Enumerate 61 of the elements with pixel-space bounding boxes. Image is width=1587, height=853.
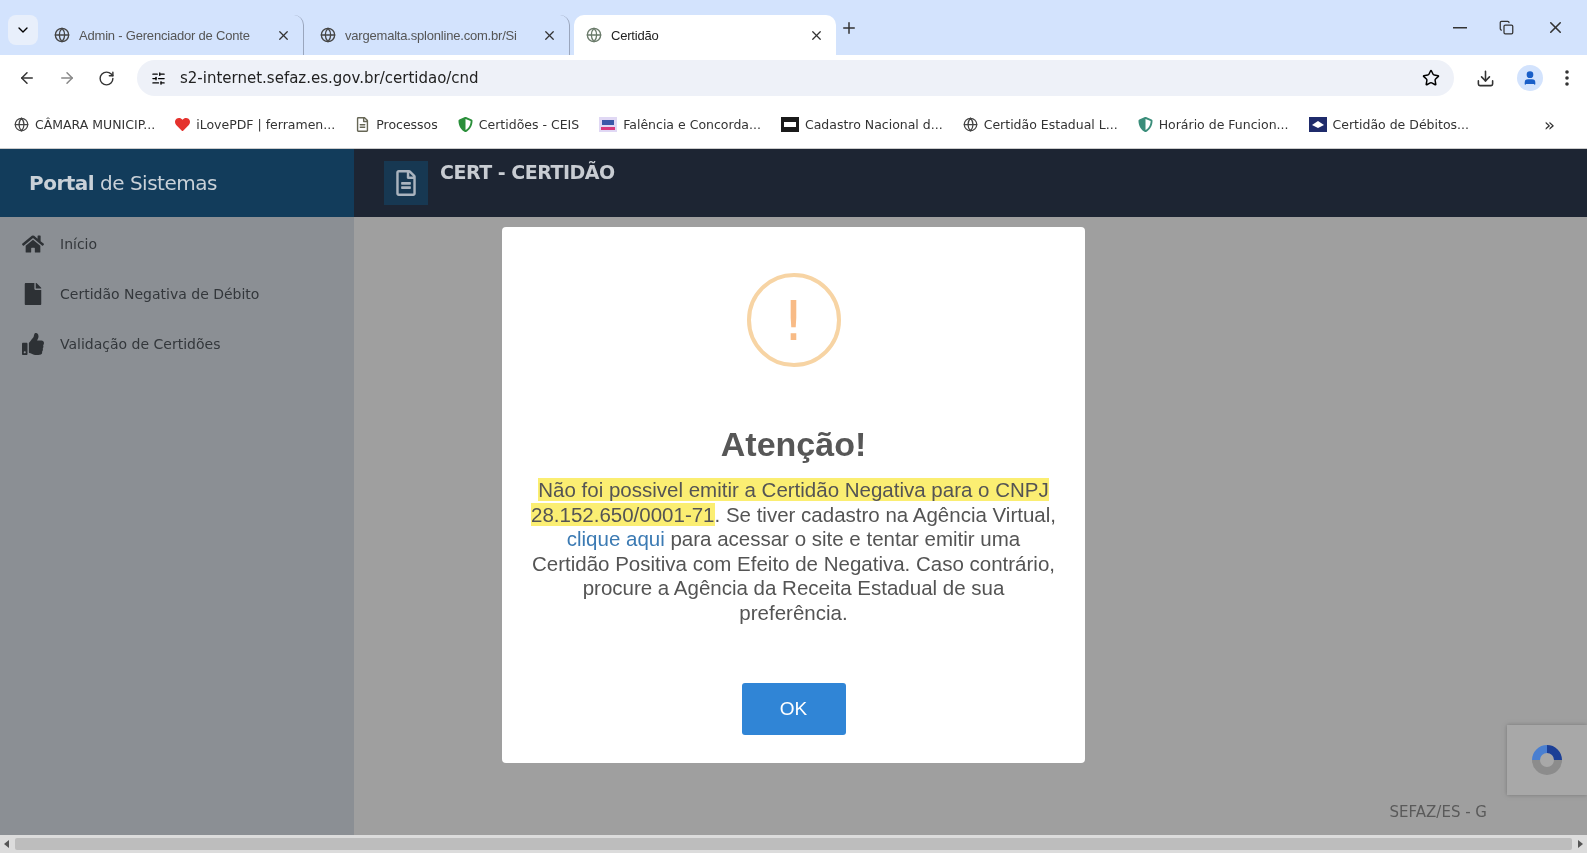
dialog-message: Não foi possivel emitir a Certidão Negativa para o CNPJ 28.152.650/0001-71. Se tiver cadastro na Agência Virtual, clique aqui para acessar o site e tentar emitir uma Certidão Positiva com Efeito de Negativa. Caso contrário, procure a Agência da Receita Estadual de sua preferência. (529, 478, 1057, 625)
url-text: s2-internet.sefaz.es.gov.br/certidao/cnd (180, 69, 480, 87)
heart-icon (175, 117, 191, 132)
bookmark-star-icon[interactable] (1422, 69, 1440, 87)
forward-arrow-icon (58, 69, 76, 87)
restore-button[interactable] (1499, 18, 1514, 37)
bookmark-link[interactable]: CÂMARA MUNICIP... (14, 117, 156, 132)
home-icon (22, 233, 44, 255)
address-bar[interactable]: s2-internet.sefaz.es.gov.br/certidao/cnd (137, 60, 1454, 96)
bookmark-link[interactable]: Cadastro Nacional d... (780, 117, 943, 132)
bookmark-link[interactable]: Horário de Funcion... (1137, 117, 1289, 132)
page-title: CERT - CERTIDÃO (440, 161, 615, 183)
badge-icon (599, 117, 618, 132)
back-button[interactable] (18, 69, 36, 87)
badge-icon (1308, 117, 1327, 132)
globe-icon (962, 117, 978, 132)
download-button[interactable] (1476, 68, 1495, 88)
thumbs-up-icon (22, 333, 44, 355)
badge-icon (780, 117, 799, 132)
minimize-icon (1453, 26, 1467, 29)
globe-icon (320, 27, 336, 43)
bookmarks-overflow-button[interactable]: » (1544, 114, 1555, 135)
file-icon (22, 283, 44, 305)
ok-button[interactable]: OK (741, 683, 846, 735)
horizontal-scrollbar[interactable] (0, 835, 1587, 853)
person-icon (1522, 70, 1538, 86)
globe-icon (14, 117, 29, 132)
bookmark-link[interactable]: iLovePDF | ferramen... (175, 117, 336, 132)
dialog-title: Atenção! (720, 425, 867, 464)
forward-button[interactable] (58, 69, 76, 87)
sidebar-item[interactable]: Validação de Certidões (0, 319, 354, 369)
globe-icon (54, 27, 70, 43)
shield-icon (1137, 117, 1153, 132)
bookmark-link[interactable]: Certidão de Débitos... (1308, 117, 1469, 132)
reload-icon (98, 69, 115, 87)
download-icon (1476, 68, 1495, 88)
document-icon (355, 117, 371, 132)
site-settings-icon (151, 70, 166, 86)
profile-button[interactable] (1517, 65, 1543, 91)
reload-button[interactable] (98, 69, 115, 87)
restore-icon (1499, 20, 1514, 35)
sidebar-item[interactable]: Certidão Negativa de Débito (0, 269, 354, 319)
footer-text: SEFAZ/ES - G (1389, 803, 1487, 821)
tab-title: Certidão (611, 27, 660, 43)
menu-icon (1565, 70, 1569, 86)
bookmark-link[interactable]: Certidão Estadual L... (962, 117, 1118, 132)
clique-aqui-link[interactable]: clique aqui (566, 527, 665, 550)
tab-title: Admin - Gerenciador de Conte (79, 27, 251, 43)
bookmark-link[interactable]: Falência e Concorda... (599, 117, 761, 132)
tab-list-button[interactable] (8, 15, 38, 45)
globe-icon (586, 27, 602, 43)
recaptcha-badge[interactable] (1507, 725, 1587, 795)
browser-tab[interactable]: Certidão (574, 15, 836, 55)
portal-title: Portal de Sistemas (29, 171, 217, 195)
tab-title: vargemalta.splonline.com.br/Si (345, 27, 518, 43)
sidebar-item[interactable]: Início (0, 219, 354, 269)
bookmark-link[interactable]: Certidões - CEIS (457, 117, 580, 132)
document-icon (384, 161, 428, 205)
bookmark-link[interactable]: Processos (355, 117, 438, 132)
menu-button[interactable] (1565, 70, 1569, 86)
warning-icon: ! (746, 273, 841, 367)
